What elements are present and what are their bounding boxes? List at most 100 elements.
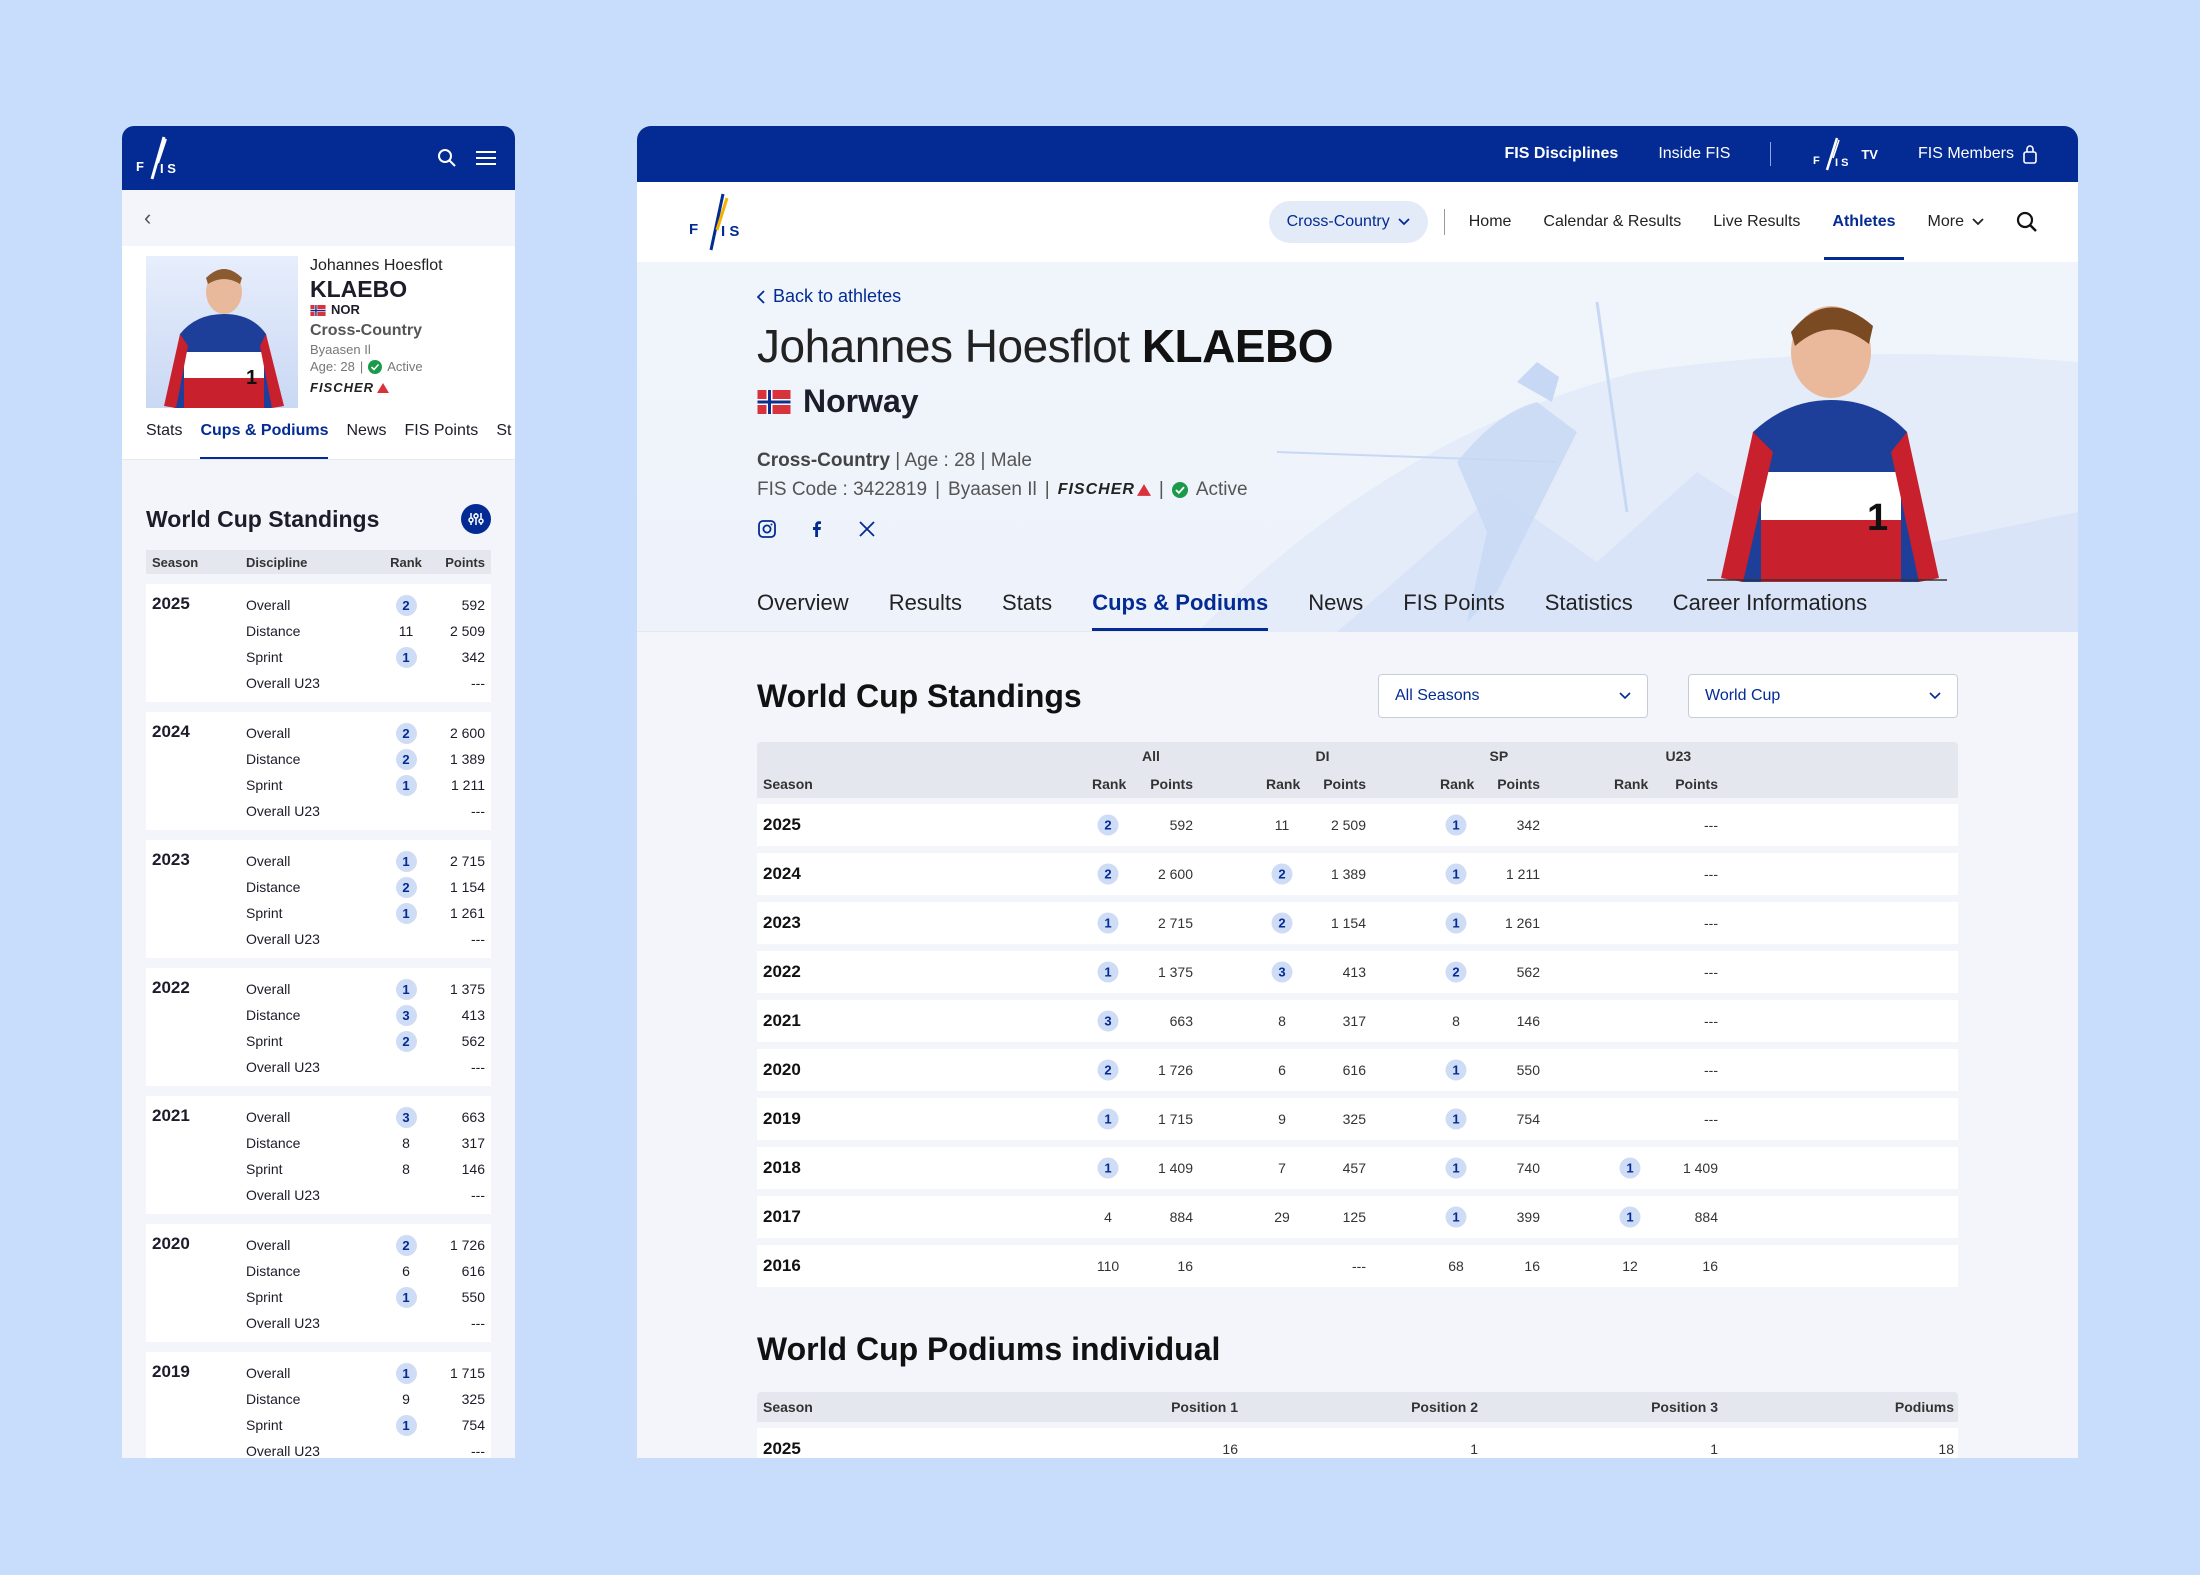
table-row: Overall U23 --- (246, 926, 491, 952)
inside-fis-link[interactable]: Inside FIS (1658, 145, 1730, 163)
search-icon[interactable] (2016, 211, 2038, 233)
x-icon[interactable] (857, 519, 877, 539)
rank-cell: 3 (1097, 1010, 1119, 1032)
rank-cell: 8 (386, 1135, 426, 1151)
tab-news[interactable]: News (346, 422, 386, 459)
table-row: 2022 1 1 375 3 413 2 562 --- (757, 951, 1958, 993)
tab-results[interactable]: Results (889, 590, 962, 631)
mobile-standings-table: 2025 Overall 2 592 Distance 11 2 509 Sprint 1 342… (122, 584, 515, 1458)
table-row: 2023 1 2 715 2 1 154 1 1 261 --- (757, 902, 1958, 944)
points-cell: 663 (461, 1109, 485, 1125)
tab-stats[interactable]: Stats (1002, 590, 1052, 631)
nav-athletes[interactable]: Athletes (1824, 213, 1904, 260)
nav-live-results[interactable]: Live Results (1713, 213, 1800, 231)
tab-cups-podiums[interactable]: Cups & Podiums (1092, 590, 1269, 631)
nav-calendar-results[interactable]: Calendar & Results (1543, 213, 1681, 231)
tab-career-informations[interactable]: Career Informations (1673, 590, 1867, 631)
fis-members-link[interactable]: FIS Members (1918, 144, 2038, 164)
mobile-frame: F I S ‹ 1 Johannes Hoesflot KLAEBO NOR C… (122, 126, 515, 1458)
fis-tv-link[interactable]: FI S TV (1811, 136, 1878, 172)
cup-select[interactable]: World Cup (1688, 674, 1958, 718)
rank-cell: 11 (386, 623, 426, 639)
tab-fis-points[interactable]: FIS Points (405, 422, 479, 459)
rank-value: 11 (398, 623, 414, 639)
podium-column-header: Season (763, 1399, 813, 1415)
fis-logo-icon[interactable]: F I S (130, 133, 190, 183)
instagram-icon[interactable] (757, 519, 777, 539)
rank-value: 2 (395, 748, 417, 770)
fischer-triangle-icon (1136, 484, 1151, 496)
discipline-cell: Sprint (246, 1033, 283, 1049)
tab-overview[interactable]: Overview (757, 590, 849, 631)
search-icon[interactable] (437, 148, 457, 168)
table-row: Distance 2 1 389 (246, 746, 491, 772)
season-year: 2024 (152, 722, 190, 741)
standings-title: World Cup Standings (757, 677, 1082, 714)
column-rank: Rank (1266, 776, 1301, 792)
podium-count-cell: 16 (1222, 1441, 1238, 1457)
season-select[interactable]: All Seasons (1378, 674, 1648, 718)
points-cell: --- (471, 803, 485, 819)
tab-stats[interactable]: Stats (146, 422, 182, 459)
points-cell: --- (1704, 964, 1718, 980)
rank-cell: 9 (1278, 1111, 1286, 1127)
back-button[interactable]: ‹ (122, 190, 515, 246)
points-cell: --- (1704, 1111, 1718, 1127)
table-row: Overall 2 2 600 (246, 720, 491, 746)
column-points: Points (1497, 776, 1540, 792)
tab-news[interactable]: News (1308, 590, 1363, 631)
season-cell: 2017 (763, 1207, 801, 1226)
athlete-last-name: KLAEBO (310, 275, 408, 302)
table-row: Overall U23 --- (246, 1054, 491, 1080)
tab-fis-points[interactable]: FIS Points (1403, 590, 1504, 631)
athlete-photo: 1 (146, 256, 298, 408)
discipline-selector[interactable]: Cross-Country (1268, 201, 1428, 243)
mobile-header: F I S (122, 126, 515, 190)
season-block: 2020 Overall 2 1 726 Distance 6 616 Sprint 1 550 O… (146, 1224, 491, 1342)
points-cell: 616 (461, 1263, 485, 1279)
points-cell: --- (471, 1315, 485, 1331)
norway-flag-icon (757, 389, 791, 414)
svg-text:I S: I S (160, 161, 176, 176)
rank-cell: 2 (1097, 1059, 1119, 1081)
discipline-cell: Overall (246, 1109, 291, 1125)
menu-icon[interactable] (475, 150, 497, 166)
athlete-tabs: Overview Results Stats Cups & Podiums News FI… (757, 590, 1867, 631)
tab-cups-podiums[interactable]: Cups & Podiums (200, 422, 329, 459)
table-row: 2025 16 1 1 18 (757, 1428, 1958, 1458)
nation: NOR (310, 302, 443, 319)
points-cell: 2 509 (449, 623, 485, 639)
rank-cell: 1 (386, 774, 426, 796)
points-cell: 342 (461, 649, 485, 665)
discipline-cell: Distance (246, 623, 301, 639)
fis-logo-icon[interactable]: F I S (687, 190, 751, 254)
season-block: 2024 Overall 2 2 600 Distance 2 1 389 Sprint 1 1 … (146, 712, 491, 830)
back-to-athletes-link[interactable]: Back to athletes (757, 262, 2078, 307)
rank-value: 3 (395, 1004, 417, 1026)
filter-button[interactable] (461, 504, 491, 534)
rank-cell: 1 (1097, 1157, 1119, 1179)
tab-statistics[interactable]: Statistics (1545, 590, 1633, 631)
season-cell: 2024 (763, 864, 801, 883)
table-row: Overall 1 1 375 (246, 976, 491, 1002)
rank-cell: 2 (1271, 863, 1293, 885)
table-row: Distance 11 2 509 (246, 618, 491, 644)
divider (1770, 142, 1772, 166)
discipline-cell: Distance (246, 1391, 301, 1407)
podium-column-header: Position 3 (1651, 1399, 1718, 1415)
rank-cell: 1 (1445, 1206, 1467, 1228)
facebook-icon[interactable] (807, 519, 827, 539)
season-cell: 2021 (763, 1011, 801, 1030)
points-cell: 325 (1342, 1111, 1366, 1127)
table-row: Overall U23 --- (246, 670, 491, 696)
active-check-icon (368, 360, 383, 375)
fis-disciplines-link[interactable]: FIS Disciplines (1505, 145, 1619, 163)
rank-cell: 2 (386, 594, 426, 616)
nav-home[interactable]: Home (1469, 213, 1512, 231)
season-rows: Overall 1 1 715 Distance 9 325 Sprint 1 754 Overa… (246, 1360, 491, 1458)
nav-more[interactable]: More (1928, 213, 1984, 231)
tab-st[interactable]: St (496, 422, 511, 459)
table-row: 2024 2 2 600 2 1 389 1 1 211 --- (757, 853, 1958, 895)
social-links (757, 519, 2078, 539)
rank-cell: 1 (1097, 912, 1119, 934)
